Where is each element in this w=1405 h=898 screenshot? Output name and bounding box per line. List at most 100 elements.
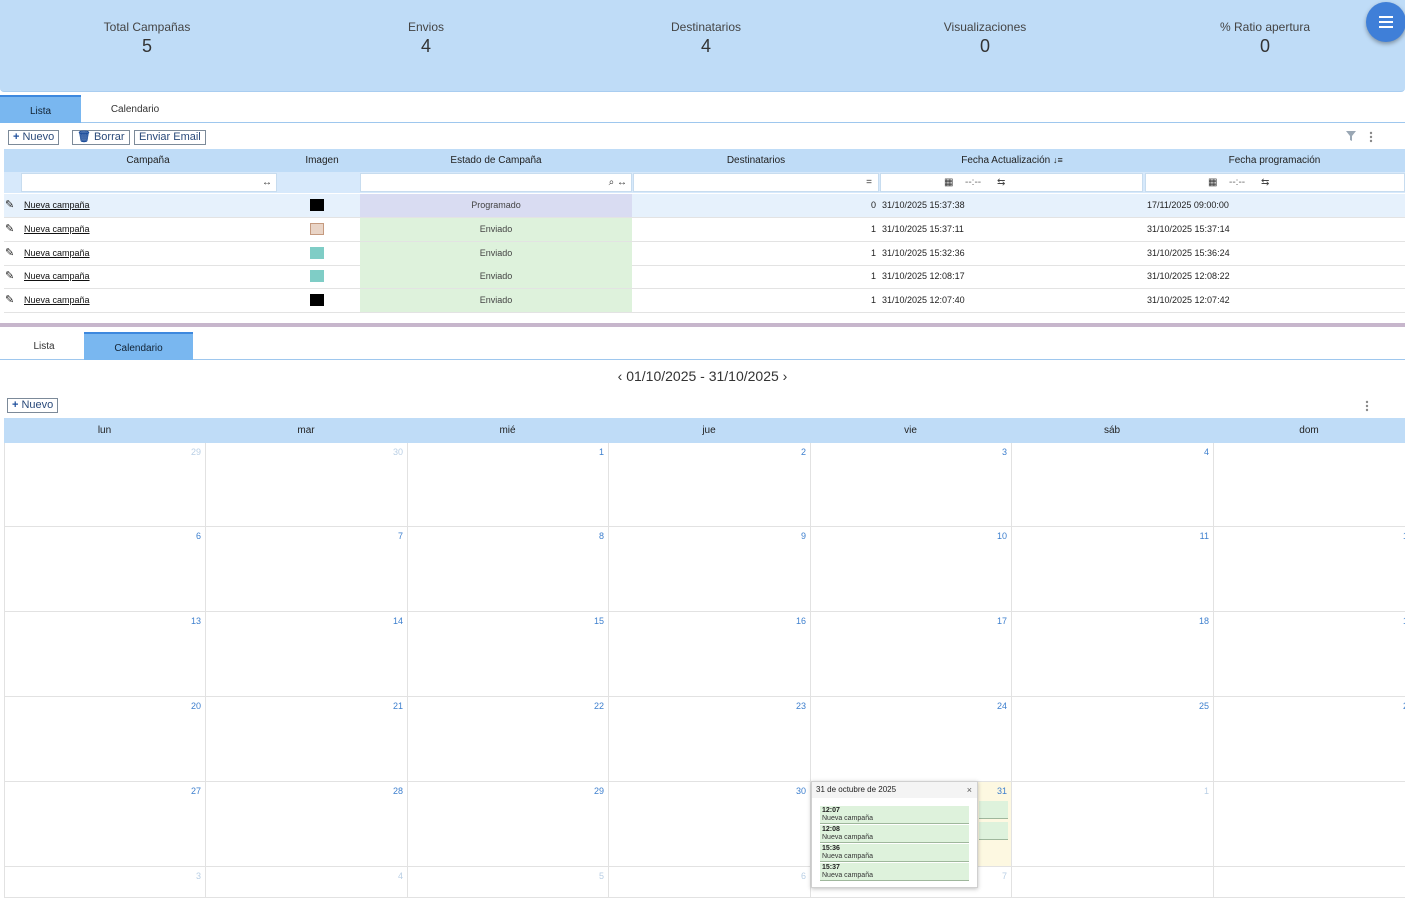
event-title: Nueva campaña	[822, 834, 873, 841]
table-row[interactable]: ✎ Nueva campaña Enviado 1 31/10/2025 12:…	[4, 289, 1405, 313]
filter-icon[interactable]	[1346, 131, 1356, 141]
delete-button[interactable]: 🗑 Borrar	[72, 130, 130, 145]
weekday-label: mié	[499, 425, 516, 436]
day-number: 18	[1198, 616, 1209, 626]
calendar-day-cell[interactable]: 1	[1012, 782, 1214, 867]
campaign-link[interactable]: Nueva campaña	[24, 194, 90, 217]
filter-recipients-input[interactable]: =	[633, 173, 879, 192]
calendar-day-cell[interactable]: 6	[5, 527, 206, 612]
calendar-day-cell[interactable]: 16	[609, 612, 811, 697]
calendar-day-cell[interactable]: 23	[609, 697, 811, 782]
tab-calendario[interactable]: Calendario	[90, 95, 180, 123]
filter-scheduled-input[interactable]: ▦ --:-- ⇆	[1145, 173, 1405, 192]
event-item[interactable]: 12:08 Nueva campaña	[820, 825, 969, 843]
calendar-day-cell[interactable]: 25	[1012, 697, 1214, 782]
calendar-day-cell[interactable]	[1012, 867, 1214, 898]
calendar-day-cell[interactable]	[1214, 782, 1405, 867]
tab-lista[interactable]: Lista	[4, 332, 84, 360]
day-number: 9	[800, 531, 806, 541]
calendar-day-cell[interactable]: 4	[1012, 443, 1214, 527]
campaign-link[interactable]: Nueva campaña	[24, 218, 90, 241]
table-row[interactable]: ✎ Nueva campaña Enviado 1 31/10/2025 12:…	[4, 265, 1405, 289]
chevron-left-icon[interactable]: ‹	[618, 368, 623, 384]
calendar-day-cell[interactable]: 14	[206, 612, 408, 697]
calendar-day-cell[interactable]: 24	[811, 697, 1012, 782]
tab-calendario[interactable]: Calendario	[84, 332, 193, 360]
close-icon[interactable]: ×	[967, 782, 972, 798]
edit-icon[interactable]: ✎	[5, 194, 14, 217]
calendar-day-cell[interactable]: 10	[811, 527, 1012, 612]
calendar-day-cell[interactable]: 20	[5, 697, 206, 782]
day-number: 28	[392, 786, 403, 796]
col-campaign[interactable]: Campaña	[4, 149, 292, 172]
calendar-day-cell[interactable]: 2	[1214, 697, 1405, 782]
new-button[interactable]: + Nuevo	[8, 130, 60, 145]
campaign-link[interactable]: Nueva campaña	[24, 242, 90, 265]
chevron-right-icon[interactable]: ›	[783, 368, 788, 384]
calendar-day-cell[interactable]: 13	[5, 612, 206, 697]
calendar-day-cell[interactable]: 21	[206, 697, 408, 782]
range-icon: ⇆	[997, 177, 1006, 188]
col-status[interactable]: Estado de Campaña	[360, 149, 632, 172]
more-vert-icon[interactable]	[1365, 400, 1369, 412]
calendar-day-cell[interactable]: 29	[408, 782, 609, 867]
event-chip[interactable]	[979, 822, 1008, 840]
calendar-day-cell[interactable]: 28	[206, 782, 408, 867]
event-item[interactable]: 15:37 Nueva campaña	[820, 863, 969, 881]
calendar-day-cell[interactable]: 11	[1012, 527, 1214, 612]
col-scheduled[interactable]: Fecha programación	[1144, 149, 1405, 172]
col-image[interactable]: Imagen	[292, 149, 352, 172]
calendar-day-cell[interactable]	[1214, 867, 1405, 898]
calendar-day-cell[interactable]: 8	[408, 527, 609, 612]
event-title: Nueva campaña	[822, 872, 873, 879]
calendar-day-cell[interactable]: 2	[609, 443, 811, 527]
calendar-day-cell[interactable]: 1	[1214, 527, 1405, 612]
calendar-day-cell[interactable]: 1	[408, 443, 609, 527]
edit-icon[interactable]: ✎	[5, 218, 14, 241]
calendar-day-cell[interactable]: 22	[408, 697, 609, 782]
calendar-day-cell[interactable]: 3	[5, 867, 206, 898]
col-recipients[interactable]: Destinatarios	[632, 149, 880, 172]
campaign-link[interactable]: Nueva campaña	[24, 289, 90, 312]
calendar-day-cell[interactable]: 18	[1012, 612, 1214, 697]
edit-icon[interactable]: ✎	[5, 242, 14, 265]
stat-value: 0	[1259, 36, 1270, 56]
updated-cell: 31/10/2025 12:08:17	[882, 271, 965, 281]
filter-status-input[interactable]: ⌕ ↔	[360, 173, 632, 192]
calendar-day-cell[interactable]: 4	[206, 867, 408, 898]
calendar-day-cell[interactable]: 3	[811, 443, 1012, 527]
campaign-link[interactable]: Nueva campaña	[24, 265, 90, 288]
event-chip[interactable]	[979, 801, 1008, 819]
col-updated[interactable]: Fecha Actualización ↓≡	[880, 149, 1144, 172]
filter-updated-input[interactable]: ▦ --:-- ⇆	[880, 173, 1143, 192]
table-row[interactable]: ✎ Nueva campaña Programado 0 31/10/2025 …	[4, 194, 1405, 218]
calendar-day-cell[interactable]: 27	[5, 782, 206, 867]
calendar-day-cell[interactable]: 6	[609, 867, 811, 898]
stat-views: Visualizaciones 0	[885, 20, 1085, 57]
event-title: Nueva campaña	[822, 815, 873, 822]
calendar-day-cell[interactable]: 1	[1214, 612, 1405, 697]
calendar-day-cell[interactable]: 17	[811, 612, 1012, 697]
send-email-button[interactable]: Enviar Email	[134, 130, 206, 145]
pane-splitter[interactable]	[0, 323, 1405, 327]
calendar-day-cell[interactable]	[1214, 443, 1405, 527]
event-item[interactable]: 15:36 Nueva campaña	[820, 844, 969, 862]
calendar-day-cell[interactable]: 30	[206, 443, 408, 527]
filter-campaign-input[interactable]: ↔	[21, 173, 277, 192]
calendar-day-cell[interactable]: 30	[609, 782, 811, 867]
edit-icon[interactable]: ✎	[5, 265, 14, 288]
calendar-day-cell[interactable]: 9	[609, 527, 811, 612]
event-item[interactable]: 12:07 Nueva campaña	[820, 806, 969, 824]
more-vert-icon[interactable]	[1369, 131, 1373, 143]
calendar-day-cell[interactable]: 29	[5, 443, 206, 527]
calendar-day-cell[interactable]: 7	[206, 527, 408, 612]
tab-lista[interactable]: Lista	[0, 95, 81, 123]
menu-fab-button[interactable]	[1366, 2, 1405, 42]
calendar-new-button[interactable]: + Nuevo	[7, 398, 59, 413]
table-row[interactable]: ✎ Nueva campaña Enviado 1 31/10/2025 15:…	[4, 218, 1405, 242]
calendar-day-cell[interactable]: 15	[408, 612, 609, 697]
edit-icon[interactable]: ✎	[5, 289, 14, 312]
table-row[interactable]: ✎ Nueva campaña Enviado 1 31/10/2025 15:…	[4, 242, 1405, 266]
calendar-day-cell[interactable]: 5	[408, 867, 609, 898]
stat-value: 5	[141, 36, 152, 56]
